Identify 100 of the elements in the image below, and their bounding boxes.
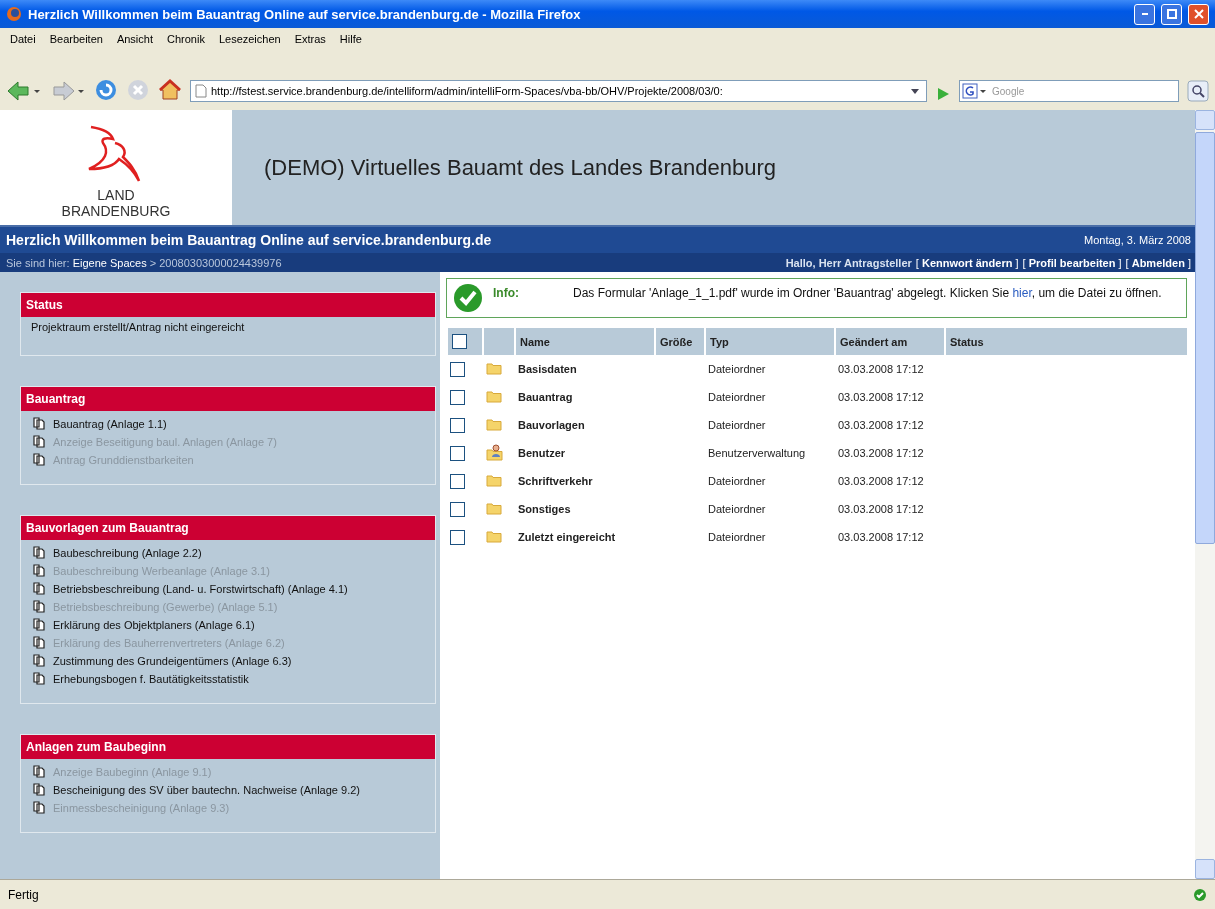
document-icon	[33, 417, 45, 430]
date-cell-text: 03.03.2008 17:12	[837, 530, 925, 545]
column-header[interactable]: Geändert am	[834, 328, 944, 355]
page-title: (DEMO) Virtuelles Bauamt des Landes Brandenburg	[264, 154, 776, 181]
form-link[interactable]: Erhebungsbogen f. Bautätigkeitsstatistik	[53, 672, 249, 685]
document-icon	[33, 654, 45, 667]
user-link[interactable]: [ Kennwort ändern ]	[915, 256, 1019, 269]
date-cell-text: 03.03.2008 17:12	[837, 418, 925, 433]
breadcrumb-current: 20080303000024439976	[159, 256, 282, 269]
form-link[interactable]: Zustimmung des Grundeigentümers (Anlage 6.3)	[53, 654, 292, 667]
name-cell[interactable]: Zuletzt eingereicht	[514, 523, 654, 551]
document-icon	[33, 672, 45, 685]
document-icon	[33, 636, 45, 649]
document-icon	[33, 600, 45, 613]
column-header[interactable]: Typ	[704, 328, 834, 355]
user-link[interactable]: [ Profil bearbeiten ]	[1022, 256, 1122, 269]
maximize-icon	[1166, 9, 1177, 19]
status-check-icon	[1193, 887, 1207, 902]
home-icon[interactable]	[158, 78, 182, 102]
folder-icon	[486, 389, 502, 403]
column-header[interactable]: Name	[514, 328, 654, 355]
row-checkbox[interactable]	[450, 417, 465, 433]
check-icon	[453, 283, 483, 313]
type-cell-text: Dateiordner	[707, 418, 767, 433]
status-text: Fertig	[8, 887, 39, 902]
name-cell[interactable]: Bauantrag	[514, 383, 654, 411]
menu-item[interactable]: Chronik	[161, 31, 211, 47]
document-icon	[33, 801, 45, 814]
folder-icon	[486, 417, 502, 431]
document-icon	[33, 783, 45, 796]
browser-logo-icon	[6, 6, 22, 22]
row-checkbox[interactable]	[450, 473, 465, 489]
breadcrumb-label: Sie sind hier:	[6, 256, 70, 269]
type-cell-text: Dateiordner	[707, 362, 767, 377]
menu-item[interactable]: Extras	[288, 31, 332, 47]
column-header[interactable]: Status	[944, 328, 1187, 355]
column-header[interactable]: Größe	[654, 328, 704, 355]
date-cell-text: 03.03.2008 17:12	[837, 474, 925, 489]
folder-icon	[486, 361, 502, 375]
type-cell-text: Benutzerverwaltung	[707, 446, 807, 461]
info-label: Info:	[493, 286, 520, 300]
reload-icon[interactable]	[94, 78, 118, 102]
back-icon[interactable]	[6, 80, 42, 102]
folder-icon	[486, 529, 502, 543]
name-cell[interactable]: Sonstiges	[514, 495, 654, 523]
close-button[interactable]	[1188, 3, 1209, 25]
document-icon	[33, 765, 45, 778]
row-checkbox[interactable]	[450, 445, 465, 461]
name-cell[interactable]: Basisdaten	[514, 355, 654, 383]
document-icon	[33, 582, 45, 595]
search-icon[interactable]	[1187, 80, 1209, 102]
document-icon	[33, 546, 45, 559]
status-text: Projektraum erstellt/Antrag nicht eingereicht	[30, 320, 246, 335]
select-all-checkbox[interactable]	[452, 334, 467, 349]
maximize-button[interactable]	[1161, 3, 1182, 25]
form-link[interactable]: Bauantrag (Anlage 1.1)	[53, 417, 167, 430]
logo-text: LAND	[97, 187, 135, 203]
row-checkbox[interactable]	[450, 501, 465, 517]
welcome-text: Herzlich Willkommen beim Bauantrag Online auf service.brandenburg.de	[6, 232, 492, 248]
panel-title: Anlagen zum Baubeginn	[21, 735, 435, 759]
menu-item[interactable]: Bearbeiten	[43, 31, 109, 47]
form-link[interactable]: Bescheinigung des SV über bautechn. Nachweise (Anlage 9.2)	[53, 783, 360, 796]
scrollbar[interactable]	[1195, 110, 1215, 879]
type-cell-text: Dateiordner	[707, 474, 767, 489]
row-checkbox[interactable]	[450, 389, 465, 405]
panel-title: Bauantrag	[21, 387, 435, 411]
user-link[interactable]: [ Abmelden ]	[1125, 256, 1191, 269]
minimize-button[interactable]	[1134, 3, 1155, 25]
document-icon	[33, 564, 45, 577]
address-field[interactable]: http://fstest.service.brandenburg.de/intelliform/admin/intelliForm-Spaces/vba-bb/OHV/Projekte/2008/03/0:	[190, 80, 927, 102]
name-cell[interactable]: Schriftverkehr	[514, 467, 654, 495]
name-cell[interactable]: Benutzer	[514, 439, 654, 467]
window-title: Herzlich Willkommen beim Bauantrag Online auf service.brandenburg.de - Mozilla Firefox	[28, 6, 582, 22]
date-cell-text: 03.03.2008 17:12	[837, 502, 925, 517]
user-folder-icon	[486, 443, 504, 461]
date-cell-text: 03.03.2008 17:12	[837, 390, 925, 405]
menu-item[interactable]: Datei	[4, 31, 42, 47]
menu-item[interactable]: Hilfe	[333, 31, 368, 47]
info-link[interactable]: hier	[1012, 286, 1032, 300]
row-checkbox[interactable]	[450, 361, 465, 377]
form-link[interactable]: Erklärung des Objektplaners (Anlage 6.1)	[53, 618, 255, 631]
name-cell[interactable]: Bauvorlagen	[514, 411, 654, 439]
folder-icon	[486, 501, 502, 515]
folder-icon	[486, 473, 502, 487]
panel-title: Status	[21, 293, 435, 317]
row-checkbox[interactable]	[450, 529, 465, 545]
minimize-icon	[1141, 13, 1148, 15]
close-icon	[1193, 9, 1204, 19]
menu-item[interactable]: Lesezeichen	[212, 31, 287, 47]
breadcrumb-link[interactable]: Eigene Spaces	[72, 256, 147, 269]
breadcrumb-separator: >	[149, 256, 157, 269]
form-link[interactable]: Betriebsbeschreibung (Land- u. Forstwirtschaft) (Anlage 4.1)	[53, 582, 348, 595]
type-cell-text: Dateiordner	[707, 502, 767, 517]
date-text: Montag, 3. März 2008	[1084, 234, 1191, 246]
page-icon	[195, 84, 207, 98]
date-cell-text: 03.03.2008 17:12	[837, 362, 925, 377]
date-cell-text: 03.03.2008 17:12	[837, 446, 925, 461]
form-link[interactable]: Baubeschreibung (Anlage 2.2)	[53, 546, 202, 559]
menu-item[interactable]: Ansicht	[110, 31, 159, 47]
logo-text: BRANDENBURG	[61, 203, 171, 219]
